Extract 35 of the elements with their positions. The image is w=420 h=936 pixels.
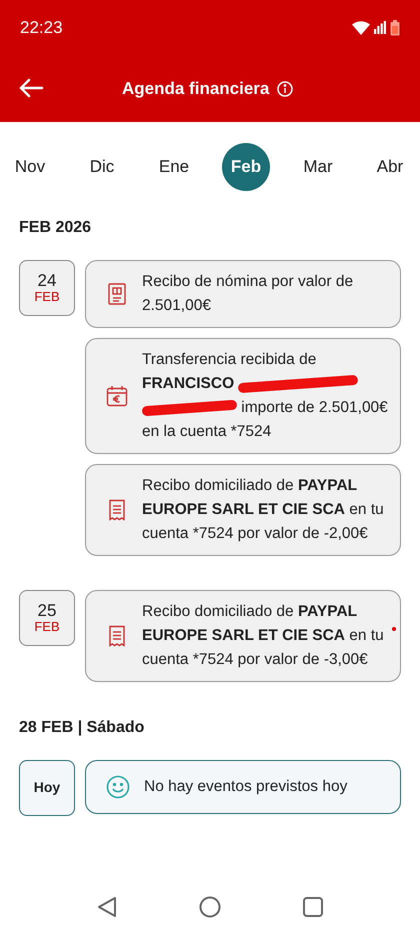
section-heading: 28 FEB | Sábado (18, 718, 146, 738)
event-card[interactable]: Recibo de nómina por valor de 2.501,00€ (85, 260, 401, 328)
month-label: FEB (34, 620, 60, 634)
event-text: Recibo domiciliado de PAYPAL EUROPE SARL ET CIE SCA en tu cuenta *7524 por valor de -2,00€ (142, 476, 385, 544)
smiley-icon (106, 775, 130, 799)
day-number: 24 (38, 272, 56, 290)
wifi-icon (352, 20, 370, 34)
day-number: 25 (38, 602, 56, 620)
month-tab[interactable]: Abr (366, 143, 414, 191)
month-tab[interactable]: Mar (294, 143, 342, 191)
event-card[interactable]: Transferencia recibida de FRANCISCO importe de 2.501,00€ en la cuenta *7524 (85, 338, 401, 454)
month-tab[interactable]: Nov (6, 143, 54, 191)
event-card[interactable]: Recibo domiciliado de PAYPAL EUROPE SARL ET CIE SCA en tu cuenta *7524 por valor de -2,00€ (85, 464, 401, 556)
event-card[interactable]: No hay eventos previstos hoy (85, 760, 401, 814)
month-label: FEB (34, 290, 60, 304)
event-text: Recibo de nómina por valor de 2.501,00€ (142, 272, 354, 316)
event-text: No hay eventos previstos hoy (144, 777, 348, 797)
month-tab[interactable]: Dic (78, 143, 126, 191)
recents-nav-icon[interactable] (303, 897, 323, 917)
section-heading: FEB 2026 (18, 218, 92, 238)
battery-icon (390, 20, 400, 36)
calendar-euro-icon (106, 385, 128, 407)
info-button[interactable] (277, 80, 294, 96)
event-text: Transferencia recibida de FRANCISCO importe de 2.501,00€ en la cuenta *7524 (142, 350, 388, 442)
home-nav-icon[interactable] (199, 896, 221, 918)
today-tile: Hoy (19, 760, 75, 816)
event-text: Recibo domiciliado de PAYPAL EUROPE SARL ET CIE SCA en tu cuenta *7524 por valor de -3,00€ (142, 602, 385, 670)
month-tab[interactable]: Feb (222, 143, 270, 191)
page-title: Agenda financiera (122, 78, 270, 100)
signal-icon (374, 21, 386, 34)
month-tab[interactable]: Ene (150, 143, 198, 191)
payslip-icon (106, 282, 128, 306)
back-nav-icon[interactable] (97, 896, 117, 918)
status-time: 22:23 (20, 16, 63, 39)
event-card[interactable]: Recibo domiciliado de PAYPAL EUROPE SARL ET CIE SCA en tu cuenta *7524 por valor de -3,00€ (85, 590, 401, 682)
